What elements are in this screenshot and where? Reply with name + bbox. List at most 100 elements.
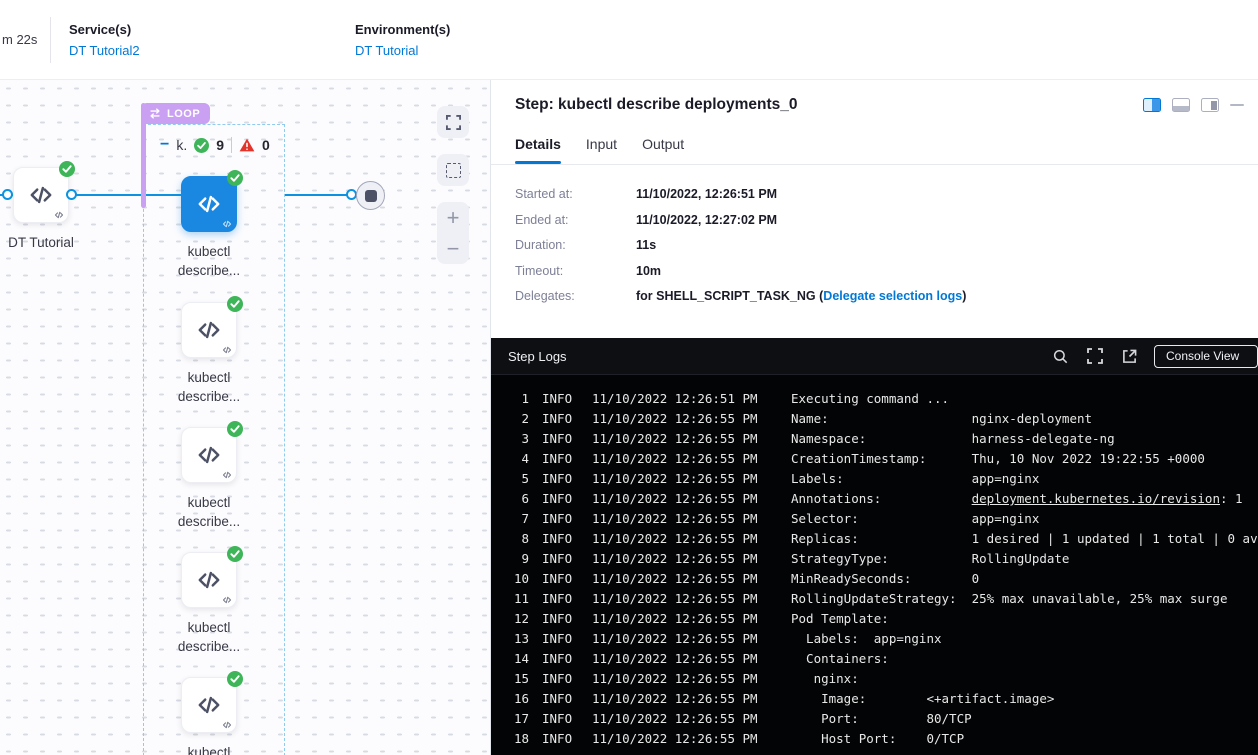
log-line: 15 INFO 11/10/2022 12:26:55 PM nginx: <box>491 669 1258 689</box>
log-level: INFO <box>542 509 578 529</box>
success-check-icon <box>227 421 243 437</box>
canvas-fullscreen-button[interactable] <box>437 106 469 138</box>
step-node-kubectl-describe[interactable] <box>181 176 237 232</box>
log-line-number: 10 <box>491 569 529 589</box>
detail-label: Started at: <box>515 187 636 201</box>
detail-value: for SHELL_SCRIPT_TASK_NG (Delegate selec… <box>636 289 966 303</box>
minimize-panel-icon[interactable] <box>1230 104 1244 107</box>
log-level: INFO <box>542 569 578 589</box>
step-logs-section: Step Logs Console View 1 INFO 11/10/2022… <box>491 338 1258 755</box>
step-node-kubectl-describe[interactable] <box>181 302 237 358</box>
zoom-out-button[interactable]: − <box>437 233 469 264</box>
search-logs-icon[interactable] <box>1053 349 1068 364</box>
log-timestamp: 11/10/2022 12:26:55 PM <box>592 709 770 729</box>
collapse-minus-icon[interactable]: − <box>160 138 169 152</box>
log-level: INFO <box>542 409 578 429</box>
log-line: 12 INFO 11/10/2022 12:26:55 PM Pod Templ… <box>491 609 1258 629</box>
log-line-number: 1 <box>491 389 529 409</box>
log-timestamp: 11/10/2022 12:26:55 PM <box>592 729 770 749</box>
step-type-mini-icon <box>222 720 232 730</box>
detail-value: 11/10/2022, 12:27:02 PM <box>636 213 777 227</box>
log-message: Pod Template: <box>791 609 889 629</box>
canvas-zoom-controls: + − <box>437 202 469 264</box>
fullscreen-logs-icon[interactable] <box>1087 348 1103 364</box>
success-count: 9 <box>216 137 224 153</box>
log-message: Labels: app=nginx <box>791 629 942 649</box>
code-step-icon <box>196 442 222 468</box>
log-timestamp: 11/10/2022 12:26:55 PM <box>592 649 770 669</box>
console-view-button[interactable]: Console View <box>1154 345 1258 368</box>
step-node-kubectl-describe[interactable] <box>181 552 237 608</box>
loop-group-header: − k. 9 0 <box>160 137 270 153</box>
log-line: 11 INFO 11/10/2022 12:26:55 PM RollingUp… <box>491 589 1258 609</box>
success-check-icon <box>227 296 243 312</box>
detail-value: 11s <box>636 238 656 252</box>
log-timestamp: 11/10/2022 12:26:55 PM <box>592 529 770 549</box>
log-annotation-link[interactable]: deployment.kubernetes.io/revision <box>972 491 1220 506</box>
pipeline-end-node[interactable] <box>356 181 385 210</box>
loop-step-wrap: kubectldescribe... <box>151 176 267 280</box>
log-level: INFO <box>542 609 578 629</box>
tab-output[interactable]: Output <box>642 136 684 164</box>
loop-step-wrap: kubectldescribe... <box>151 552 267 656</box>
group-name: k. <box>176 137 187 153</box>
detail-row: Started at:11/10/2022, 12:26:51 PM <box>515 187 1258 201</box>
success-check-icon <box>227 170 243 186</box>
step-node-kubectl-describe[interactable] <box>181 677 237 733</box>
log-timestamp: 11/10/2022 12:26:55 PM <box>592 409 770 429</box>
step-node-kubectl-describe[interactable] <box>181 427 237 483</box>
step-type-mini-icon <box>222 219 232 229</box>
environments-block: Environment(s) DT Tutorial <box>337 22 450 58</box>
log-message: Containers: <box>791 649 889 669</box>
log-timestamp: 11/10/2022 12:26:55 PM <box>592 449 770 469</box>
step-type-mini-icon <box>222 345 232 355</box>
edge-connector-dot <box>66 189 77 200</box>
fullscreen-icon <box>446 115 461 130</box>
log-message: CreationTimestamp: Thu, 10 Nov 2022 19:2… <box>791 449 1205 469</box>
step-detail-rows: Started at:11/10/2022, 12:26:51 PMEnded … <box>491 165 1258 303</box>
services-label: Service(s) <box>69 22 140 37</box>
log-line-number: 9 <box>491 549 529 569</box>
loop-step-wrap: kubectldescribe... <box>151 427 267 531</box>
open-in-new-icon[interactable] <box>1122 349 1137 364</box>
log-message: nginx: <box>791 669 859 689</box>
environments-label: Environment(s) <box>355 22 450 37</box>
log-timestamp: 11/10/2022 12:26:55 PM <box>592 609 770 629</box>
log-level: INFO <box>542 449 578 469</box>
loop-step-wrap: kubectldescribe... <box>151 302 267 406</box>
service-link[interactable]: DT Tutorial2 <box>69 43 140 58</box>
bottom-view-icon[interactable] <box>1172 98 1190 112</box>
step-panel-tabs: Details Input Output <box>491 114 1258 165</box>
log-line-number: 8 <box>491 529 529 549</box>
log-line: 3 INFO 11/10/2022 12:26:55 PM Namespace:… <box>491 429 1258 449</box>
log-line: 18 INFO 11/10/2022 12:26:55 PM Host Port… <box>491 729 1258 749</box>
zoom-in-button[interactable]: + <box>437 202 469 233</box>
pipeline-graph-canvas[interactable]: LOOP − k. 9 0 DT Tutorial <box>0 80 490 755</box>
right-drawer-view-icon[interactable] <box>1201 98 1219 112</box>
warning-triangle-icon <box>239 138 255 152</box>
log-timestamp: 11/10/2022 12:26:55 PM <box>592 669 770 689</box>
canvas-select-button[interactable] <box>437 154 469 186</box>
log-line: 10 INFO 11/10/2022 12:26:55 PM MinReadyS… <box>491 569 1258 589</box>
detail-row: Delegates:for SHELL_SCRIPT_TASK_NG (Dele… <box>515 289 1258 303</box>
loop-step-wrap: kubectldescribe... <box>151 677 267 755</box>
split-right-view-icon[interactable] <box>1143 98 1161 112</box>
log-message: Host Port: 0/TCP <box>791 729 964 749</box>
step-node-dt-tutorial[interactable] <box>13 167 69 223</box>
panel-layout-toggles <box>1143 98 1244 112</box>
loop-icon <box>148 108 162 119</box>
tab-input[interactable]: Input <box>586 136 617 164</box>
step-logs-header: Step Logs Console View <box>491 338 1258 375</box>
step-logs-console[interactable]: 1 INFO 11/10/2022 12:26:51 PM Executing … <box>491 375 1258 755</box>
log-line-number: 14 <box>491 649 529 669</box>
tab-details[interactable]: Details <box>515 136 561 164</box>
environment-link[interactable]: DT Tutorial <box>355 43 450 58</box>
step-logs-title: Step Logs <box>508 349 1053 364</box>
log-line-number: 7 <box>491 509 529 529</box>
log-message: Namespace: harness-delegate-ng <box>791 429 1115 449</box>
code-step-icon <box>196 191 222 217</box>
log-message: RollingUpdateStrategy: 25% max unavailab… <box>791 589 1228 609</box>
delegate-selection-logs-link[interactable]: Delegate selection logs <box>823 289 962 303</box>
log-timestamp: 11/10/2022 12:26:55 PM <box>592 509 770 529</box>
detail-label: Delegates: <box>515 289 636 303</box>
